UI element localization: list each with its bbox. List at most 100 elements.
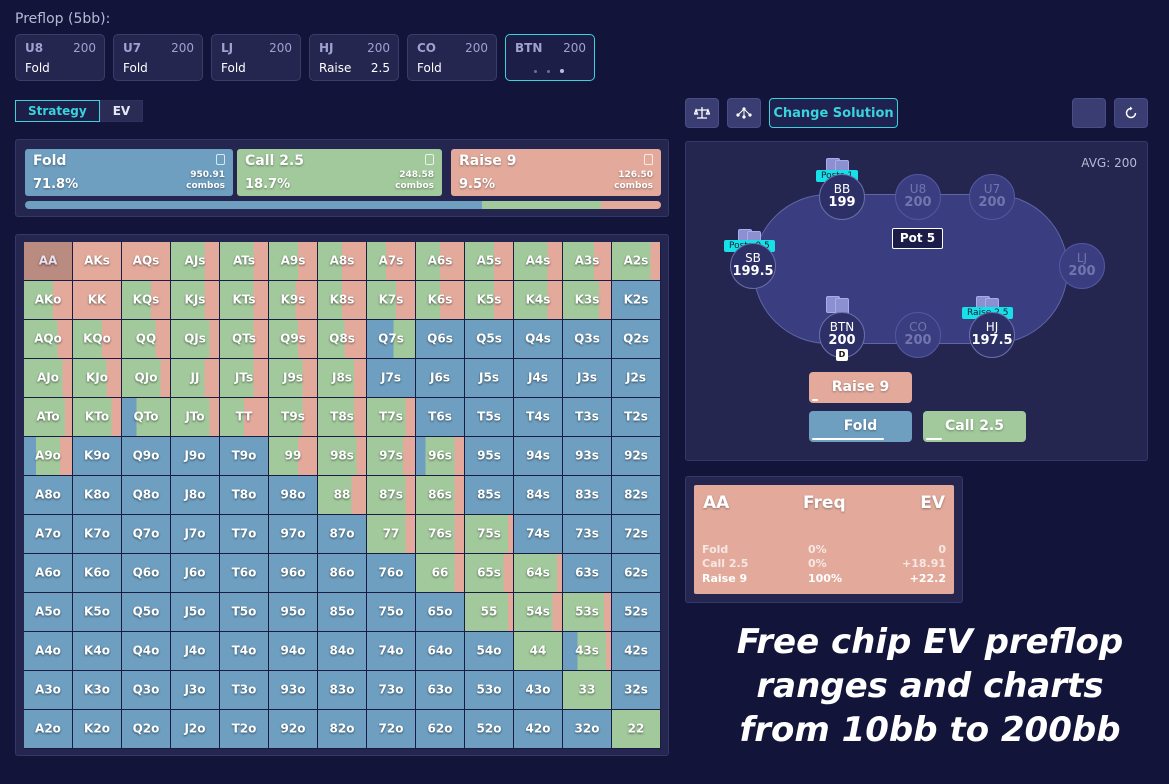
hand-cell-64o[interactable]: 64o (416, 632, 465, 671)
hand-cell-22[interactable]: 22 (612, 710, 661, 749)
hand-cell-KQo[interactable]: KQo (73, 320, 122, 359)
hand-cell-T5o[interactable]: T5o (220, 593, 269, 632)
hand-cell-95s[interactable]: 95s (465, 437, 514, 476)
hand-cell-Q2s[interactable]: Q2s (612, 320, 661, 359)
hand-cell-J6o[interactable]: J6o (171, 554, 220, 593)
hand-cell-KQs[interactable]: KQs (122, 281, 171, 320)
change-solution-button[interactable]: Change Solution (769, 98, 898, 128)
hand-cell-Q5s[interactable]: Q5s (465, 320, 514, 359)
hand-cell-J9o[interactable]: J9o (171, 437, 220, 476)
copy-icon[interactable] (644, 154, 653, 165)
game-tree-button[interactable] (727, 98, 761, 128)
copy-icon[interactable] (216, 154, 225, 165)
hand-cell-95o[interactable]: 95o (269, 593, 318, 632)
hand-cell-76o[interactable]: 76o (367, 554, 416, 593)
hand-cell-K8o[interactable]: K8o (73, 476, 122, 515)
hand-cell-83s[interactable]: 83s (563, 476, 612, 515)
hand-cell-88[interactable]: 88 (318, 476, 367, 515)
hand-cell-53s[interactable]: 53s (563, 593, 612, 632)
hand-cell-87s[interactable]: 87s (367, 476, 416, 515)
hand-cell-T5s[interactable]: T5s (465, 398, 514, 437)
hand-cell-Q4s[interactable]: Q4s (514, 320, 563, 359)
position-card-co[interactable]: CO 200 Fold (407, 34, 497, 81)
hand-cell-A2s[interactable]: A2s (612, 242, 661, 281)
hand-cell-A2o[interactable]: A2o (24, 710, 73, 749)
hand-cell-T6s[interactable]: T6s (416, 398, 465, 437)
hand-cell-TT[interactable]: TT (220, 398, 269, 437)
hand-cell-A8s[interactable]: A8s (318, 242, 367, 281)
hand-cell-K3o[interactable]: K3o (73, 671, 122, 710)
hand-cell-86s[interactable]: 86s (416, 476, 465, 515)
hand-cell-32s[interactable]: 32s (612, 671, 661, 710)
hand-cell-65o[interactable]: 65o (416, 593, 465, 632)
hand-cell-43s[interactable]: 43s (563, 632, 612, 671)
hand-cell-K4o[interactable]: K4o (73, 632, 122, 671)
hand-cell-A3s[interactable]: A3s (563, 242, 612, 281)
hand-cell-93s[interactable]: 93s (563, 437, 612, 476)
hand-cell-K9o[interactable]: K9o (73, 437, 122, 476)
hand-cell-A5o[interactable]: A5o (24, 593, 73, 632)
hand-cell-87o[interactable]: 87o (318, 515, 367, 554)
hand-cell-ATo[interactable]: ATo (24, 398, 73, 437)
hand-cell-K2o[interactable]: K2o (73, 710, 122, 749)
hand-cell-73o[interactable]: 73o (367, 671, 416, 710)
hand-cell-53o[interactable]: 53o (465, 671, 514, 710)
hand-cell-65s[interactable]: 65s (465, 554, 514, 593)
hand-cell-J5o[interactable]: J5o (171, 593, 220, 632)
hand-cell-A8o[interactable]: A8o (24, 476, 73, 515)
hand-cell-85s[interactable]: 85s (465, 476, 514, 515)
hand-cell-A4s[interactable]: A4s (514, 242, 563, 281)
hand-cell-72s[interactable]: 72s (612, 515, 661, 554)
hand-cell-K5o[interactable]: K5o (73, 593, 122, 632)
hand-cell-98s[interactable]: 98s (318, 437, 367, 476)
hand-cell-92s[interactable]: 92s (612, 437, 661, 476)
hand-cell-86o[interactable]: 86o (318, 554, 367, 593)
hand-cell-84o[interactable]: 84o (318, 632, 367, 671)
hand-cell-97o[interactable]: 97o (269, 515, 318, 554)
fold-action-button[interactable]: Fold (809, 411, 912, 442)
tab-ev[interactable]: EV (99, 100, 144, 122)
hand-cell-66[interactable]: 66 (416, 554, 465, 593)
hand-cell-63s[interactable]: 63s (563, 554, 612, 593)
position-card-u7[interactable]: U7 200 Fold (113, 34, 203, 81)
summary-fold[interactable]: Fold 71.8% 950.91 combos (25, 149, 233, 196)
summary-call[interactable]: Call 2.5 18.7% 248.58 combos (237, 149, 442, 196)
hand-cell-T3s[interactable]: T3s (563, 398, 612, 437)
hand-cell-K6s[interactable]: K6s (416, 281, 465, 320)
hand-cell-33[interactable]: 33 (563, 671, 612, 710)
hand-cell-72o[interactable]: 72o (367, 710, 416, 749)
hand-cell-J3s[interactable]: J3s (563, 359, 612, 398)
reset-button[interactable] (1114, 98, 1148, 128)
hand-cell-84s[interactable]: 84s (514, 476, 563, 515)
hand-cell-K7o[interactable]: K7o (73, 515, 122, 554)
settings-button[interactable] (1072, 98, 1106, 128)
hand-cell-JJ[interactable]: JJ (171, 359, 220, 398)
hand-cell-T4s[interactable]: T4s (514, 398, 563, 437)
hand-cell-JTs[interactable]: JTs (220, 359, 269, 398)
hand-cell-T9s[interactable]: T9s (269, 398, 318, 437)
hand-cell-J7o[interactable]: J7o (171, 515, 220, 554)
hand-cell-43o[interactable]: 43o (514, 671, 563, 710)
hand-cell-J4o[interactable]: J4o (171, 632, 220, 671)
hand-cell-K8s[interactable]: K8s (318, 281, 367, 320)
hand-cell-Q8s[interactable]: Q8s (318, 320, 367, 359)
position-card-u8[interactable]: U8 200 Fold (15, 34, 105, 81)
hand-cell-74s[interactable]: 74s (514, 515, 563, 554)
hand-cell-J2s[interactable]: J2s (612, 359, 661, 398)
position-card-btn[interactable]: BTN 200 (505, 34, 595, 81)
hand-cell-T8s[interactable]: T8s (318, 398, 367, 437)
hand-cell-55[interactable]: 55 (465, 593, 514, 632)
hand-cell-Q9o[interactable]: Q9o (122, 437, 171, 476)
hand-cell-K7s[interactable]: K7s (367, 281, 416, 320)
hand-cell-J5s[interactable]: J5s (465, 359, 514, 398)
hand-cell-J8s[interactable]: J8s (318, 359, 367, 398)
hand-cell-Q9s[interactable]: Q9s (269, 320, 318, 359)
hand-cell-A9o[interactable]: A9o (24, 437, 73, 476)
hand-cell-K6o[interactable]: K6o (73, 554, 122, 593)
hand-cell-T6o[interactable]: T6o (220, 554, 269, 593)
position-card-hj[interactable]: HJ 200 Raise 2.5 (309, 34, 399, 81)
hand-cell-T7s[interactable]: T7s (367, 398, 416, 437)
hand-cell-A6s[interactable]: A6s (416, 242, 465, 281)
hand-cell-74o[interactable]: 74o (367, 632, 416, 671)
hand-cell-AKs[interactable]: AKs (73, 242, 122, 281)
